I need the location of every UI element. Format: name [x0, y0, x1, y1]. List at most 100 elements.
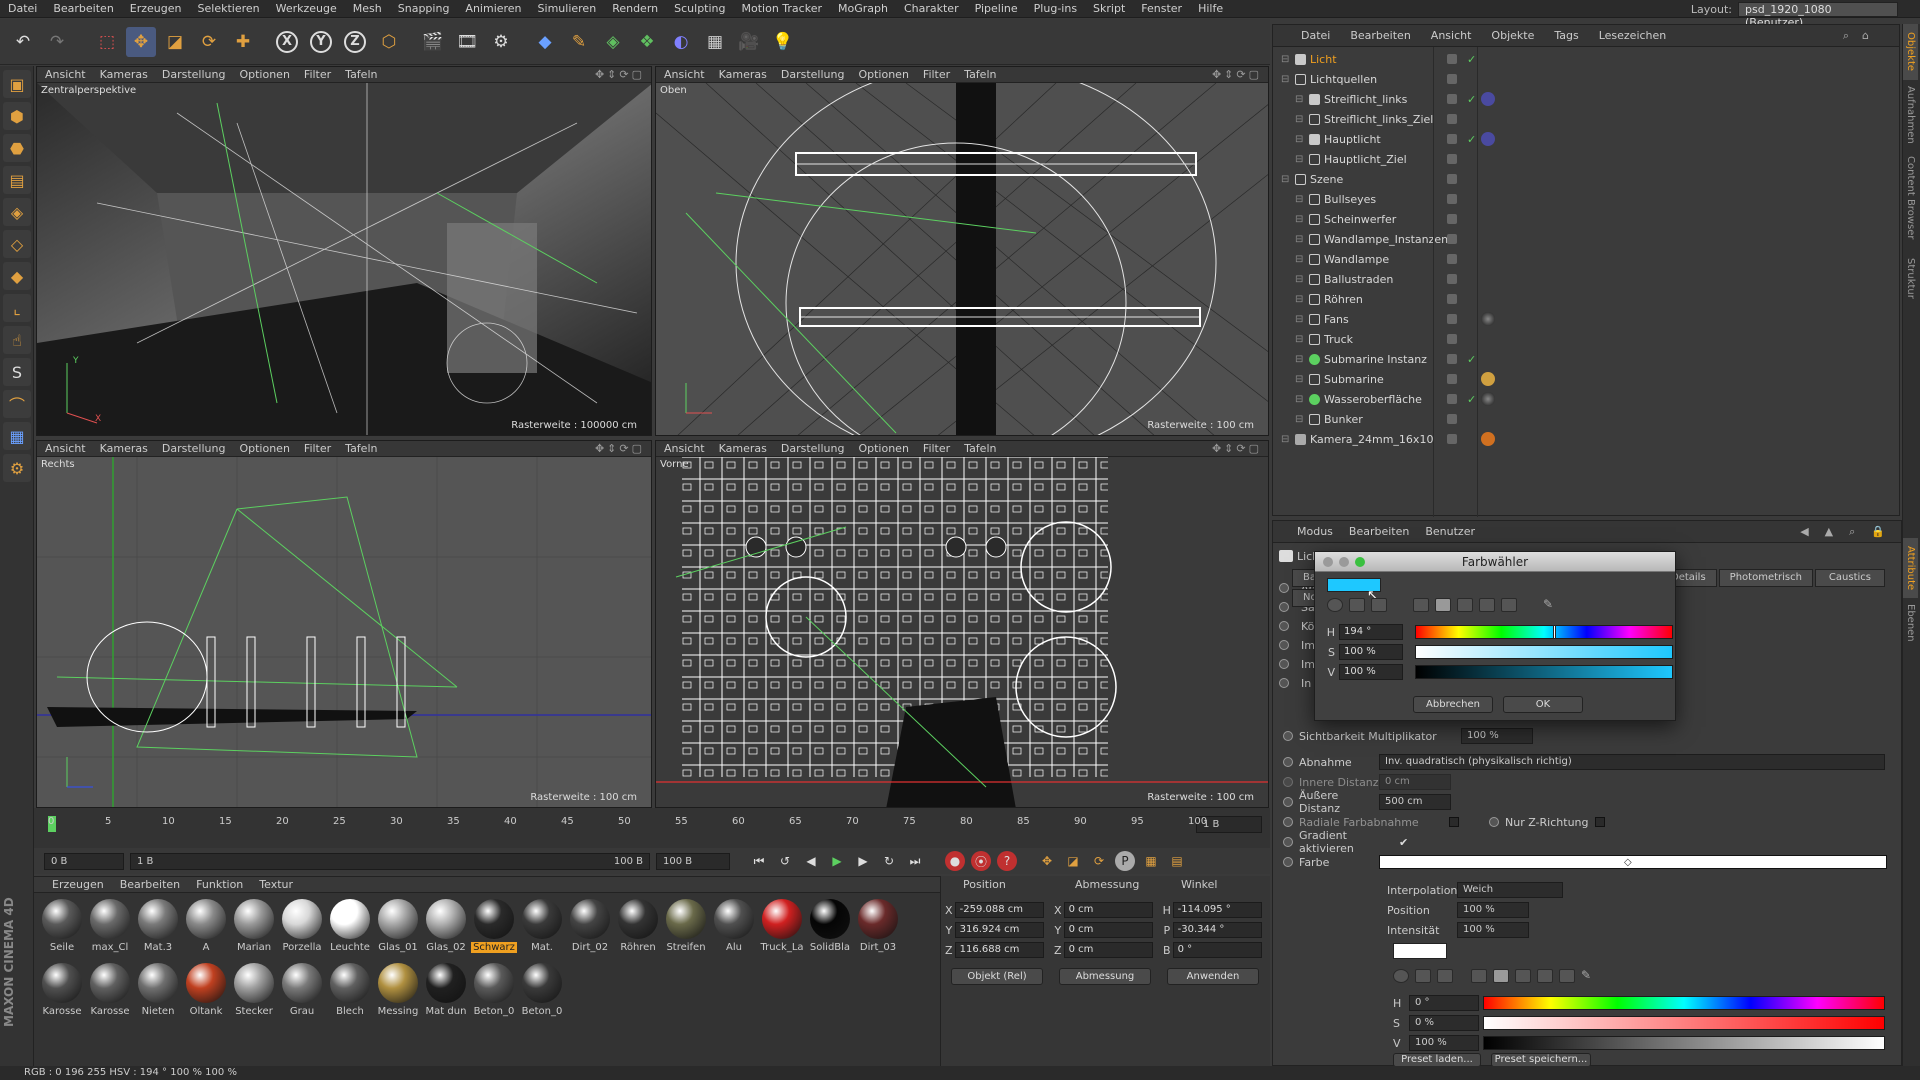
object-row[interactable]: ⊟ Submarine Instanz ✓ [1273, 349, 1899, 369]
material-swatch[interactable]: Mat dun [423, 960, 469, 1022]
knot-h-field[interactable]: 0 ° [1409, 995, 1479, 1011]
enabled-check-icon[interactable]: ✓ [1467, 133, 1476, 146]
menu-item[interactable]: Fenster [1133, 0, 1190, 18]
material-swatch[interactable]: Porzella [279, 896, 325, 958]
saturation-slider[interactable] [1415, 645, 1673, 659]
material-swatch[interactable]: Schwarz [471, 896, 517, 958]
home-icon[interactable]: ⌂ [1862, 29, 1869, 42]
object-row[interactable]: ⊟ Hauptlicht_Ziel [1273, 149, 1899, 169]
next-frame-icon[interactable]: ▶ [853, 851, 873, 871]
target-tag-icon[interactable] [1481, 132, 1495, 146]
side-tab-attributes[interactable]: Attribute [1903, 538, 1918, 598]
expand-icon[interactable]: ⊟ [1281, 174, 1291, 185]
rgb-mode-icon[interactable] [1413, 598, 1429, 612]
record-keys-icon[interactable]: ● [945, 851, 965, 871]
material-swatch[interactable]: A [183, 896, 229, 958]
workplane-grid-icon[interactable]: ▦ [3, 422, 31, 450]
vp-menu-display[interactable]: Darstellung [162, 442, 226, 455]
object-row[interactable]: ⊟ Ballustraden [1273, 269, 1899, 289]
magnet-icon[interactable]: ⌒ [3, 390, 31, 418]
side-tab-structure[interactable]: Struktur [1903, 248, 1918, 308]
material-swatch[interactable]: Öltank [183, 960, 229, 1022]
animate-dot[interactable] [1489, 817, 1499, 827]
spectrum-icon[interactable] [1349, 598, 1365, 612]
visibility-multiplier-field[interactable]: 100 % [1461, 728, 1533, 744]
next-key-icon[interactable]: ↻ [879, 851, 899, 871]
redo-icon[interactable]: ↷ [42, 27, 72, 57]
vp-menu-cameras[interactable]: Kameras [719, 442, 767, 455]
x-axis-lock-icon[interactable]: X [272, 27, 302, 57]
gradient-bar[interactable]: ◇ [1379, 855, 1887, 869]
kelvin-mode-icon[interactable] [1457, 598, 1473, 612]
menu-item[interactable]: Skript [1085, 0, 1133, 18]
expand-icon[interactable]: ⊟ [1295, 214, 1305, 225]
nav-up-icon[interactable]: ▲ [1825, 525, 1833, 538]
falloff-dropdown[interactable]: Inv. quadratisch (physikalisch richtig) [1379, 754, 1885, 770]
enabled-check-icon[interactable]: ✓ [1467, 93, 1476, 106]
vp-menu-options[interactable]: Optionen [858, 68, 908, 81]
autokey-icon[interactable]: ⦿ [971, 851, 991, 871]
knot-intensity-field[interactable]: 100 % [1457, 922, 1529, 938]
play-icon[interactable]: ▶ [827, 851, 847, 871]
vp-menu-view[interactable]: Ansicht [664, 442, 705, 455]
object-row[interactable]: ⊟ Lichtquellen [1273, 69, 1899, 89]
move-tool-icon[interactable]: ✥ [126, 26, 156, 57]
mat-menu-texture[interactable]: Textur [259, 878, 293, 891]
material-swatch[interactable]: Blech [327, 960, 373, 1022]
enabled-check-icon[interactable]: ✓ [1467, 353, 1476, 366]
menu-item[interactable]: Mesh [345, 0, 390, 18]
expand-icon[interactable]: ⊟ [1295, 334, 1305, 345]
expand-icon[interactable]: ⊟ [1281, 54, 1291, 65]
expand-icon[interactable]: ⊟ [1295, 194, 1305, 205]
knot-color-swatch[interactable] [1393, 943, 1447, 959]
material-swatch[interactable]: Streifen [663, 896, 709, 958]
material-swatch[interactable]: Karosse [87, 960, 133, 1022]
position-field[interactable]: -259.088 cm [954, 902, 1044, 918]
layer-flag[interactable] [1447, 354, 1457, 364]
polygons-mode-icon[interactable]: ◆ [3, 262, 31, 290]
live-selection-icon[interactable]: ⬚ [92, 27, 122, 57]
previous-key-icon[interactable]: ↺ [775, 851, 795, 871]
preset-load-button[interactable]: Preset laden... [1393, 1053, 1481, 1067]
lock-icon[interactable]: 🔒 [1871, 525, 1885, 538]
go-to-end-icon[interactable]: ⏭ [905, 851, 925, 871]
expand-icon[interactable]: ⊟ [1295, 314, 1305, 325]
layer-flag[interactable] [1447, 374, 1457, 384]
attr-menu-user[interactable]: Benutzer [1425, 525, 1475, 538]
layer-flag[interactable] [1447, 254, 1457, 264]
vp-menu-panels[interactable]: Tafeln [964, 442, 996, 455]
material-swatch[interactable]: Mat.3 [135, 896, 181, 958]
size-mode-dropdown[interactable]: Abmessung [1059, 968, 1151, 985]
attr-menu-mode[interactable]: Modus [1297, 525, 1333, 538]
vp-menu-filter[interactable]: Filter [304, 442, 331, 455]
layer-flag[interactable] [1447, 314, 1457, 324]
material-swatch[interactable]: Marian [231, 896, 277, 958]
target-tag-icon[interactable] [1481, 92, 1495, 106]
obj-menu-item[interactable]: Tags [1554, 29, 1578, 42]
material-swatch[interactable]: Karosse [39, 960, 85, 1022]
material-swatch[interactable]: max_Cl [87, 896, 133, 958]
record-position-icon[interactable]: ✥ [1037, 851, 1057, 871]
animate-dot[interactable] [1283, 757, 1293, 767]
material-swatch[interactable]: Truck_La [759, 896, 805, 958]
end-frame-field[interactable]: 100 B [656, 852, 730, 870]
object-row[interactable]: ⊟ Wasseroberfläche ✓ [1273, 389, 1899, 409]
cube-primitive-icon[interactable]: ◆ [530, 27, 560, 57]
outer-distance-field[interactable]: 500 cm [1379, 794, 1451, 810]
vp-menu-cameras[interactable]: Kameras [100, 442, 148, 455]
menu-item[interactable]: Simulieren [530, 0, 605, 18]
deformer-icon[interactable]: ◐ [666, 27, 696, 57]
object-row[interactable]: ⊟ Kamera_24mm_16x10 [1273, 429, 1899, 449]
search-icon[interactable]: ⌕ [1843, 29, 1849, 43]
size-field[interactable]: 0 cm [1063, 902, 1153, 918]
mat-menu-create[interactable]: Erzeugen [52, 878, 104, 891]
knot-position-field[interactable]: 100 % [1457, 902, 1529, 918]
material-swatch[interactable]: Stecker [231, 960, 277, 1022]
object-row[interactable]: ⊟ Hauptlicht ✓ [1273, 129, 1899, 149]
expand-icon[interactable]: ⊟ [1295, 154, 1305, 165]
tab-photometric[interactable]: Photometrisch [1718, 569, 1813, 587]
dialog-titlebar[interactable]: Farbwähler [1315, 552, 1675, 572]
rotation-field[interactable]: -114.095 ° [1172, 902, 1262, 918]
hue-slider-handle[interactable] [1553, 625, 1557, 639]
layout-dropdown[interactable]: psd_1920_1080 (Benutzer) [1738, 1, 1898, 29]
